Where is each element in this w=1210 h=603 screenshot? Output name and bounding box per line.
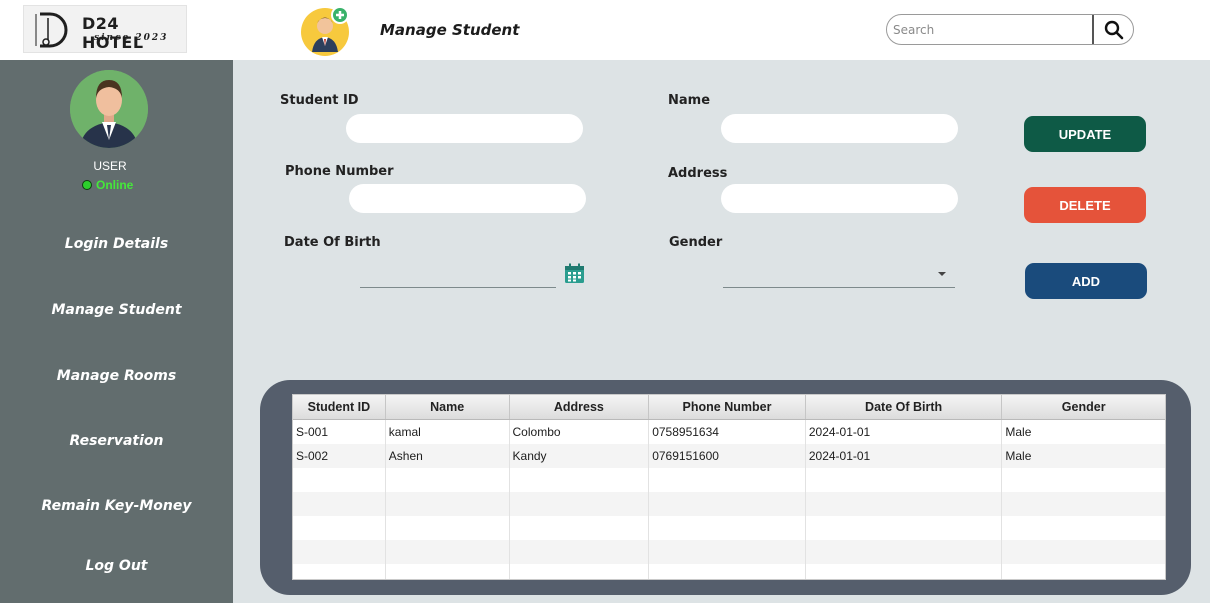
nav-log-out[interactable]: Log Out: [0, 558, 233, 574]
column-header-address[interactable]: Address: [510, 395, 650, 419]
online-status: Online: [82, 178, 133, 192]
student-id-label: Student ID: [280, 93, 359, 108]
dob-date-input[interactable]: [360, 262, 556, 288]
dob-label: Date Of Birth: [284, 235, 381, 250]
student-table: Student ID Name Address Phone Number Dat…: [292, 394, 1166, 580]
empty-table-row: [293, 492, 1165, 516]
phone-number-input[interactable]: [349, 184, 586, 213]
table-cell: S-001: [293, 420, 386, 444]
table-cell: 2024-01-01: [806, 444, 1003, 468]
table-cell: Male: [1005, 425, 1032, 439]
table-panel: Student ID Name Address Phone Number Dat…: [260, 380, 1191, 595]
column-header-name[interactable]: Name: [386, 395, 510, 419]
name-input[interactable]: [721, 114, 958, 143]
search-divider: [1092, 15, 1094, 44]
gender-label: Gender: [669, 235, 723, 250]
table-cell: 0769151600: [649, 444, 806, 468]
user-role-label: USER: [93, 159, 127, 173]
table-cell: kamal: [386, 420, 510, 444]
address-input[interactable]: [721, 184, 958, 213]
logo-subtitle: since 2023: [94, 33, 169, 43]
update-button[interactable]: UPDATE: [1024, 116, 1146, 152]
empty-table-row: [293, 564, 1165, 579]
table-cell: Kandy: [510, 444, 650, 468]
delete-button[interactable]: DELETE: [1024, 187, 1146, 223]
search-button[interactable]: [1095, 15, 1133, 44]
add-student-icon: [301, 6, 349, 56]
empty-table-row: [293, 540, 1165, 564]
nav-manage-rooms[interactable]: Manage Rooms: [0, 368, 233, 384]
address-label: Address: [668, 166, 728, 181]
empty-table-row: [293, 516, 1165, 540]
search-icon: [1104, 20, 1124, 39]
search-box: [886, 14, 1134, 45]
column-header-date-of-birth[interactable]: Date Of Birth: [806, 395, 1003, 419]
user-avatar-icon: [70, 70, 148, 148]
nav-reservation[interactable]: Reservation: [0, 433, 233, 449]
table-cell: Male: [1005, 449, 1032, 463]
search-input[interactable]: [893, 18, 1089, 41]
main-content: Student ID Name Phone Number Address Dat…: [233, 60, 1210, 603]
hotel-logo: D24 HOTEL since 2023: [23, 5, 187, 53]
table-cell: Ashen: [386, 444, 510, 468]
user-avatar: [70, 70, 148, 148]
sidebar: USER Online Login Details Manage Student…: [0, 60, 233, 603]
nav-login-details[interactable]: Login Details: [0, 236, 233, 252]
gender-select[interactable]: [723, 262, 955, 288]
top-header: D24 HOTEL since 2023 Manage Student: [0, 0, 1210, 60]
column-header-phone-number[interactable]: Phone Number: [649, 395, 806, 419]
name-label: Name: [668, 93, 711, 108]
table-row[interactable]: S-001 kamal Colombo 0758951634 2024-01-0…: [293, 420, 1165, 444]
table-cell: 2024-01-01: [806, 420, 1003, 444]
calendar-icon[interactable]: [564, 263, 585, 284]
empty-table-row: [293, 468, 1165, 492]
table-cell: S-002: [293, 444, 386, 468]
nav-manage-student[interactable]: Manage Student: [0, 302, 233, 318]
column-header-gender[interactable]: Gender: [1002, 395, 1165, 419]
status-dot-icon: [82, 180, 92, 190]
app-window: D24 HOTEL since 2023 Manage Student Sear…: [0, 0, 1210, 603]
phone-number-label: Phone Number: [285, 164, 394, 179]
column-header-student-id[interactable]: Student ID: [293, 395, 386, 419]
table-row[interactable]: S-002 Ashen Kandy 0769151600 2024-01-01 …: [293, 444, 1165, 468]
logo-mark-icon: [35, 12, 68, 48]
status-text: Online: [96, 178, 134, 192]
table-cell: Colombo: [510, 420, 650, 444]
nav-remain-key-money[interactable]: Remain Key-Money: [0, 498, 233, 514]
student-id-input[interactable]: [346, 114, 583, 143]
chevron-down-icon[interactable]: [938, 272, 946, 276]
page-title: Manage Student: [380, 21, 520, 39]
table-header: Student ID Name Address Phone Number Dat…: [293, 395, 1165, 420]
add-button[interactable]: ADD: [1025, 263, 1147, 299]
table-cell: 0758951634: [649, 420, 806, 444]
